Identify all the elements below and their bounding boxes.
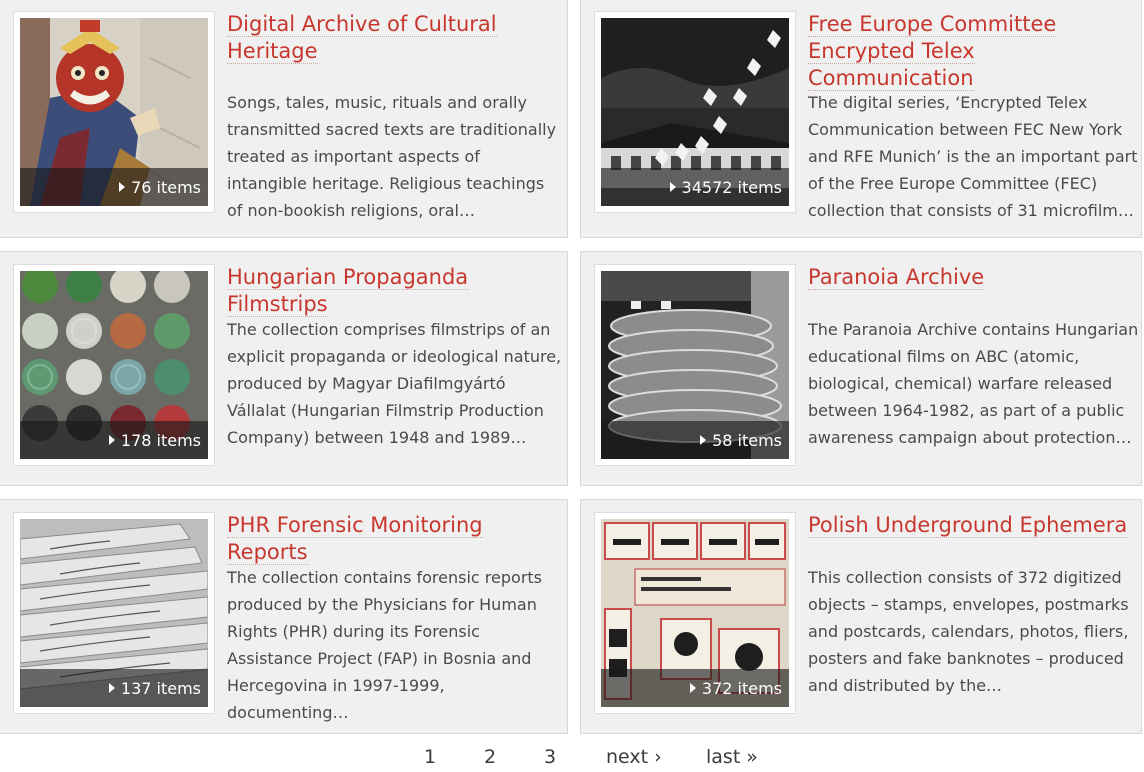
collection-title-link[interactable]: PHR Forensic Monitoring Reports (227, 513, 483, 565)
item-count-badge: 137 items (20, 669, 208, 707)
next-page-link[interactable]: next › (606, 746, 662, 768)
page-3-link[interactable]: 3 (544, 746, 556, 768)
item-count-label: 178 items (120, 430, 201, 450)
collection-title[interactable]: PHR Forensic Monitoring Reports (227, 512, 557, 566)
collection-card: 372 items Polish Underground Ephemera Th… (580, 499, 1142, 734)
film-reels-photo[interactable]: 58 items (601, 271, 789, 459)
collection-title-link[interactable]: Paranoia Archive (808, 265, 985, 290)
play-triangle-icon (108, 435, 115, 445)
collection-title-link[interactable]: Hungarian Propaganda Filmstrips (227, 265, 469, 317)
item-count-badge: 372 items (601, 669, 789, 707)
thumbnail-frame[interactable]: 58 items (594, 264, 796, 466)
thumbnail-frame[interactable]: 76 items (13, 11, 215, 213)
collection-description: Songs, tales, music, rituals and orally … (227, 93, 557, 220)
ritual-mask-photo[interactable]: 76 items (20, 18, 208, 206)
collection-title-link[interactable]: Free Europe Committee Encrypted Telex Co… (808, 12, 1057, 91)
collection-card: 58 items Paranoia Archive The Paranoia A… (580, 251, 1142, 486)
last-page-link[interactable]: last » (706, 746, 758, 768)
collection-title-link[interactable]: Digital Archive of Cultural Heritage (227, 12, 497, 64)
item-count-label: 34572 items (681, 177, 782, 197)
collection-description: The digital series, ‘Encrypted Telex Com… (808, 93, 1138, 220)
collection-title[interactable]: Free Europe Committee Encrypted Telex Co… (808, 11, 1138, 92)
item-count-badge: 178 items (20, 421, 208, 459)
thumbnail-frame[interactable]: 372 items (594, 512, 796, 714)
collection-card: 178 items Hungarian Propaganda Filmstrip… (0, 251, 568, 486)
thumbnail-frame[interactable]: 34572 items (594, 11, 796, 213)
collection-title[interactable]: Digital Archive of Cultural Heritage (227, 11, 557, 65)
collection-card: 34572 items Free Europe Committee Encryp… (580, 0, 1142, 238)
item-count-label: 372 items (701, 678, 782, 698)
stamps-photo[interactable]: 372 items (601, 519, 789, 707)
collection-description: The Paranoia Archive contains Hungarian … (808, 320, 1139, 447)
play-triangle-icon (108, 683, 115, 693)
play-triangle-icon (689, 683, 696, 693)
collection-card: 137 items PHR Forensic Monitoring Report… (0, 499, 568, 734)
balloons-over-building-photo[interactable]: 34572 items (601, 18, 789, 206)
collection-description: The collection contains forensic reports… (227, 568, 543, 722)
collection-description: This collection consists of 372 digitize… (808, 568, 1129, 695)
item-count-label: 76 items (131, 177, 201, 197)
play-triangle-icon (669, 182, 676, 192)
collection-card: 76 items Digital Archive of Cultural Her… (0, 0, 568, 238)
file-index-cards-photo[interactable]: 137 items (20, 519, 208, 707)
filmstrip-canisters-photo[interactable]: 178 items (20, 271, 208, 459)
collection-title[interactable]: Paranoia Archive (808, 264, 1138, 291)
collection-title[interactable]: Hungarian Propaganda Filmstrips (227, 264, 557, 318)
page-2-link[interactable]: 2 (484, 746, 496, 768)
play-triangle-icon (119, 182, 126, 192)
collection-description: The collection comprises filmstrips of a… (227, 320, 562, 447)
item-count-label: 58 items (712, 430, 782, 450)
item-count-label: 137 items (120, 678, 201, 698)
play-triangle-icon (700, 435, 707, 445)
thumbnail-frame[interactable]: 178 items (13, 264, 215, 466)
item-count-badge: 58 items (601, 421, 789, 459)
collection-title-link[interactable]: Polish Underground Ephemera (808, 513, 1128, 538)
item-count-badge: 34572 items (601, 168, 789, 206)
page-1-link[interactable]: 1 (424, 746, 436, 768)
thumbnail-frame[interactable]: 137 items (13, 512, 215, 714)
collection-title[interactable]: Polish Underground Ephemera (808, 512, 1138, 539)
item-count-badge: 76 items (20, 168, 208, 206)
